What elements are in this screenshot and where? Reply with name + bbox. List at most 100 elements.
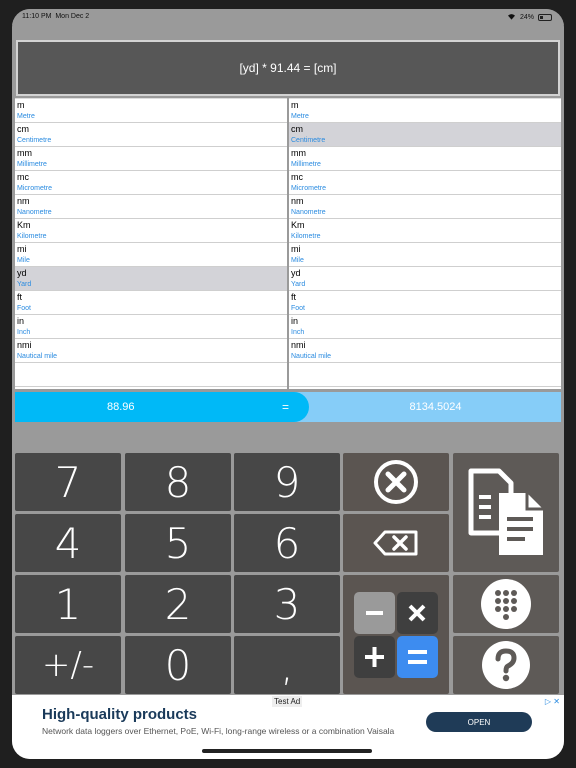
unit-symbol: cm (291, 124, 303, 134)
keypad-grid-icon (481, 579, 531, 629)
key-4[interactable]: 4 (15, 514, 121, 572)
to-unit-row[interactable]: in Inch (289, 315, 561, 339)
status-time: 11:10 PM Mon Dec 2 (22, 13, 90, 20)
unit-name: Nautical mile (291, 353, 332, 360)
output-value[interactable]: 8134.5024 (310, 392, 561, 422)
battery-icon (538, 14, 552, 21)
key-2[interactable]: 2 (125, 575, 231, 633)
key-9[interactable]: 9 (234, 453, 340, 511)
from-unit-row[interactable]: mm Millimetre (15, 147, 287, 171)
keypad-grid-button[interactable] (453, 575, 559, 633)
unit-symbol: nm (291, 196, 304, 206)
question-mark-icon (482, 641, 530, 689)
unit-name: Mile (291, 257, 304, 264)
ad-open-button[interactable]: OPEN (426, 712, 532, 732)
key-7[interactable]: 7 (15, 453, 121, 511)
unit-symbol: mc (291, 172, 303, 182)
unit-symbol: in (17, 316, 25, 326)
unit-name: Metre (17, 113, 35, 120)
unit-name: Foot (291, 305, 306, 312)
to-unit-row[interactable]: mm Millimetre (289, 147, 561, 171)
unit-name: Micrometre (291, 185, 327, 192)
calculator-button[interactable] (343, 575, 449, 694)
backspace-button[interactable] (343, 514, 449, 572)
unit-name: Nanometre (17, 209, 52, 216)
ad-title: High-quality products (42, 706, 197, 723)
from-unit-row[interactable]: ft Foot (15, 291, 287, 315)
unit-symbol: nm (17, 196, 30, 206)
keypad: 7 8 9 4 5 6 1 2 3 +/- 0 , (12, 427, 564, 697)
to-unit-row[interactable]: ft Foot (289, 291, 561, 315)
result-bar: 88.96 = 8134.5024 (15, 392, 561, 422)
from-unit-row[interactable]: yd Yard (15, 267, 287, 291)
from-unit-list[interactable]: m Metre cm Centimetre mm Millimetre mc Micromet… (15, 98, 287, 389)
unit-symbol: nmi (17, 340, 32, 350)
unit-symbol: mm (17, 148, 32, 158)
unit-symbol: mi (17, 244, 27, 254)
unit-name: Millimetre (17, 161, 47, 168)
from-unit-row[interactable]: nmi Nautical mile (15, 339, 287, 363)
unit-symbol: in (291, 316, 299, 326)
key-6[interactable]: 6 (234, 514, 340, 572)
help-button[interactable] (453, 636, 559, 694)
equals-sign: = (282, 400, 290, 414)
unit-symbol: yd (291, 268, 301, 278)
comma-button[interactable]: , (234, 636, 340, 694)
key-3[interactable]: 3 (234, 575, 340, 633)
to-unit-row[interactable]: mc Micrometre (289, 171, 561, 195)
unit-name: Yard (291, 281, 306, 288)
status-indicators: 24% (507, 13, 552, 22)
unit-name: Inch (17, 329, 31, 336)
ad-close-icon[interactable]: ▷ ✕ (545, 697, 560, 706)
from-unit-row[interactable]: mc Micrometre (15, 171, 287, 195)
from-unit-row[interactable]: nm Nanometre (15, 195, 287, 219)
backspace-icon (373, 530, 418, 556)
input-value-field[interactable]: 88.96 = (15, 392, 309, 422)
from-unit-row[interactable]: Km Kilometre (15, 219, 287, 243)
unit-symbol: ft (291, 292, 297, 302)
clear-button[interactable] (343, 453, 449, 511)
unit-name: Metre (291, 113, 309, 120)
unit-symbol: cm (17, 124, 29, 134)
unit-name: Inch (291, 329, 305, 336)
ad-banner[interactable]: Test Ad ▷ ✕ High-quality products Networ… (12, 695, 564, 759)
battery-percent: 24% (519, 14, 534, 21)
to-unit-row[interactable]: nmi Nautical mile (289, 339, 561, 363)
from-unit-row[interactable]: in Inch (15, 315, 287, 339)
to-unit-row[interactable]: cm Centimetre (289, 123, 561, 147)
key-5[interactable]: 5 (125, 514, 231, 572)
unit-lists: m Metre cm Centimetre mm Millimetre mc Micromet… (12, 98, 564, 398)
input-value: 88.96 (107, 401, 135, 413)
wifi-icon (507, 13, 516, 22)
sign-toggle-button[interactable]: +/- (15, 636, 121, 694)
empty-row (15, 363, 287, 387)
unit-name: Millimetre (291, 161, 321, 168)
from-unit-row[interactable]: mi Mile (15, 243, 287, 267)
to-unit-row[interactable]: nm Nanometre (289, 195, 561, 219)
calculator-icon (354, 591, 438, 678)
formula-panel: [yd] * 91.44 = [cm] (16, 40, 560, 96)
from-unit-row[interactable]: cm Centimetre (15, 123, 287, 147)
to-unit-row[interactable]: m Metre (289, 99, 561, 123)
unit-symbol: Km (17, 220, 31, 230)
unit-symbol: Km (291, 220, 305, 230)
to-unit-row[interactable]: mi Mile (289, 243, 561, 267)
unit-name: Micrometre (17, 185, 53, 192)
key-0[interactable]: 0 (125, 636, 231, 694)
clear-circle-x-icon (374, 460, 418, 504)
empty-row (289, 363, 561, 387)
unit-symbol: ft (17, 292, 23, 302)
to-unit-row[interactable]: Km Kilometre (289, 219, 561, 243)
copy-button[interactable] (453, 453, 559, 572)
unit-name: Foot (17, 305, 32, 312)
unit-symbol: mc (17, 172, 29, 182)
ad-subtitle: Network data loggers over Ethernet, PoE,… (42, 726, 395, 736)
from-unit-row[interactable]: m Metre (15, 99, 287, 123)
to-unit-row[interactable]: yd Yard (289, 267, 561, 291)
home-indicator (202, 749, 372, 753)
to-unit-list[interactable]: m Metre cm Centimetre mm Millimetre mc Micromet… (289, 98, 561, 389)
key-1[interactable]: 1 (15, 575, 121, 633)
formula-display: [yd] * 91.44 = [cm] (18, 42, 558, 94)
unit-symbol: mm (291, 148, 306, 158)
key-8[interactable]: 8 (125, 453, 231, 511)
